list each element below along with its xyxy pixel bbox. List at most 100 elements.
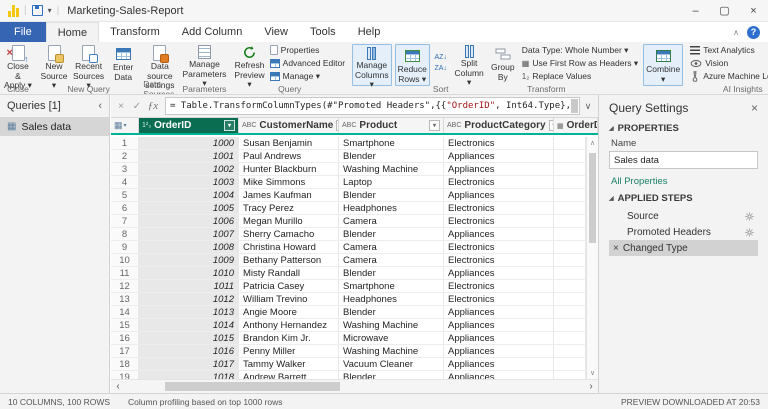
data-source-settings-button[interactable]: Data source settings xyxy=(143,43,176,90)
cell-product[interactable]: Blender xyxy=(339,267,444,279)
table-row[interactable]: 11 1010 Misty Randall Blender Appliances xyxy=(111,267,586,280)
cell-customername[interactable]: James Kaufman xyxy=(239,189,339,201)
cell-customername[interactable]: Megan Murillo xyxy=(239,215,339,227)
cell-customername[interactable]: Tammy Walker xyxy=(239,358,339,370)
cell-productcategory[interactable]: Appliances xyxy=(444,345,554,357)
data-type-button[interactable]: Data Type: Whole Number ▾ xyxy=(520,44,640,56)
cell-product[interactable]: Blender xyxy=(339,228,444,240)
tab-view[interactable]: View xyxy=(253,22,299,42)
help-button[interactable]: ? xyxy=(747,25,760,39)
manage-parameters-button[interactable]: Manage Parameters ▾ xyxy=(180,43,228,88)
vision-button[interactable]: Vision xyxy=(688,57,768,69)
applied-step[interactable]: Source xyxy=(609,208,758,224)
combine-button[interactable]: Combine ▾ xyxy=(644,45,682,85)
azure-machine-learning-button[interactable]: Azure Machine Learning xyxy=(688,70,768,82)
scrollbar-thumb[interactable] xyxy=(165,382,340,391)
row-number[interactable]: 15 xyxy=(111,319,139,331)
tab-add-column[interactable]: Add Column xyxy=(171,22,254,42)
cell-orderdate[interactable] xyxy=(554,267,586,279)
column-header-orderid[interactable]: 1²₃ OrderID ▾ xyxy=(139,118,239,133)
cell-orderid[interactable]: 1001 xyxy=(139,150,239,162)
row-number[interactable]: 13 xyxy=(111,293,139,305)
cell-product[interactable]: Camera xyxy=(339,254,444,266)
cell-orderdate[interactable] xyxy=(554,319,586,331)
cell-customername[interactable]: Anthony Hernandez xyxy=(239,319,339,331)
cell-productcategory[interactable]: Appliances xyxy=(444,228,554,240)
cell-orderdate[interactable] xyxy=(554,293,586,305)
cell-orderid[interactable]: 1015 xyxy=(139,332,239,344)
close-apply-button[interactable]: × ↑ Close & Apply ▾ xyxy=(2,43,34,90)
cell-product[interactable]: Blender xyxy=(339,306,444,318)
scroll-up-icon[interactable]: ∧ xyxy=(587,137,598,149)
applied-step[interactable]: × Changed Type xyxy=(609,240,758,256)
row-number[interactable]: 5 xyxy=(111,189,139,201)
table-row[interactable]: 10 1009 Bethany Patterson Camera Electronics xyxy=(111,254,586,267)
table-row[interactable]: 3 1002 Hunter Blackburn Washing Machine Appl… xyxy=(111,163,586,176)
cell-orderid[interactable]: 1010 xyxy=(139,267,239,279)
table-row[interactable]: 16 1015 Brandon Kim Jr. Microwave Appliances xyxy=(111,332,586,345)
filter-dropdown-icon[interactable]: ▾ xyxy=(224,120,235,131)
cell-product[interactable]: Vacuum Cleaner xyxy=(339,358,444,370)
cell-orderid[interactable]: 1017 xyxy=(139,358,239,370)
select-all-button[interactable]: ▦ ▾ xyxy=(111,118,139,133)
cell-customername[interactable]: Patricia Casey xyxy=(239,280,339,292)
cell-customername[interactable]: Bethany Patterson xyxy=(239,254,339,266)
cell-customername[interactable]: Brandon Kim Jr. xyxy=(239,332,339,344)
cell-productcategory[interactable]: Electronics xyxy=(444,215,554,227)
properties-section-header[interactable]: ◢ PROPERTIES xyxy=(609,123,758,134)
recent-sources-button[interactable]: Recent Sources ▾ xyxy=(71,43,106,90)
cell-product[interactable]: Headphones xyxy=(339,202,444,214)
maximize-button[interactable]: ▢ xyxy=(710,0,739,22)
row-number[interactable]: 3 xyxy=(111,163,139,175)
cell-productcategory[interactable]: Electronics xyxy=(444,280,554,292)
row-number[interactable]: 6 xyxy=(111,202,139,214)
formula-scrollbar[interactable] xyxy=(570,99,578,113)
collapse-pane-icon[interactable]: ‹ xyxy=(98,100,102,112)
tab-tools[interactable]: Tools xyxy=(299,22,347,42)
cell-productcategory[interactable]: Appliances xyxy=(444,189,554,201)
cell-orderid[interactable]: 1003 xyxy=(139,176,239,188)
cell-customername[interactable]: Mike Simmons xyxy=(239,176,339,188)
cancel-formula-icon[interactable]: × xyxy=(113,101,129,112)
delete-step-icon[interactable]: × xyxy=(613,243,619,254)
scrollbar-track[interactable] xyxy=(125,380,584,393)
cell-orderid[interactable]: 1005 xyxy=(139,202,239,214)
cell-customername[interactable]: Paul Andrews xyxy=(239,150,339,162)
cell-customername[interactable]: Hunter Blackburn xyxy=(239,163,339,175)
table-row[interactable]: 18 1017 Tammy Walker Vacuum Cleaner Applianc… xyxy=(111,358,586,371)
cell-product[interactable]: Washing Machine xyxy=(339,319,444,331)
cell-orderid[interactable]: 1012 xyxy=(139,293,239,305)
row-number[interactable]: 11 xyxy=(111,267,139,279)
cell-productcategory[interactable]: Electronics xyxy=(444,293,554,305)
cell-orderid[interactable]: 1006 xyxy=(139,215,239,227)
column-header-productcategory[interactable]: ABC ProductCategory ▾ xyxy=(444,118,554,133)
cell-productcategory[interactable]: Appliances xyxy=(444,358,554,370)
cell-productcategory[interactable]: Appliances xyxy=(444,306,554,318)
cell-customername[interactable]: Christina Howard xyxy=(239,241,339,253)
table-row[interactable]: 1 1000 Susan Benjamin Smartphone Electronics xyxy=(111,137,586,150)
row-number[interactable]: 9 xyxy=(111,241,139,253)
cell-product[interactable]: Laptop xyxy=(339,176,444,188)
split-column-button[interactable]: Split Column ▾ xyxy=(452,43,485,87)
cell-productcategory[interactable]: Electronics xyxy=(444,202,554,214)
close-panel-icon[interactable]: × xyxy=(751,101,758,115)
cell-orderdate[interactable] xyxy=(554,254,586,266)
reduce-rows-button[interactable]: Reduce Rows ▾ xyxy=(396,45,429,85)
replace-values-button[interactable]: 1₂ Replace Values xyxy=(520,70,640,82)
minimize-button[interactable]: – xyxy=(681,0,710,22)
cell-product[interactable]: Camera xyxy=(339,241,444,253)
cell-orderdate[interactable] xyxy=(554,163,586,175)
cell-productcategory[interactable]: Appliances xyxy=(444,150,554,162)
cell-customername[interactable]: Sherry Camacho xyxy=(239,228,339,240)
column-header-customername[interactable]: ABC CustomerName ▾ xyxy=(239,118,339,133)
enter-data-button[interactable]: Enter Data xyxy=(107,43,139,83)
cell-product[interactable]: Microwave xyxy=(339,332,444,344)
row-number[interactable]: 17 xyxy=(111,345,139,357)
column-header-product[interactable]: ABC Product ▾ xyxy=(339,118,444,133)
new-source-button[interactable]: New Source ▾ xyxy=(38,43,70,90)
applied-step[interactable]: Promoted Headers xyxy=(609,224,758,240)
query-name-input[interactable] xyxy=(609,151,758,169)
cell-customername[interactable]: Penny Miller xyxy=(239,345,339,357)
row-number[interactable]: 18 xyxy=(111,358,139,370)
scroll-left-icon[interactable]: ‹ xyxy=(111,381,125,392)
